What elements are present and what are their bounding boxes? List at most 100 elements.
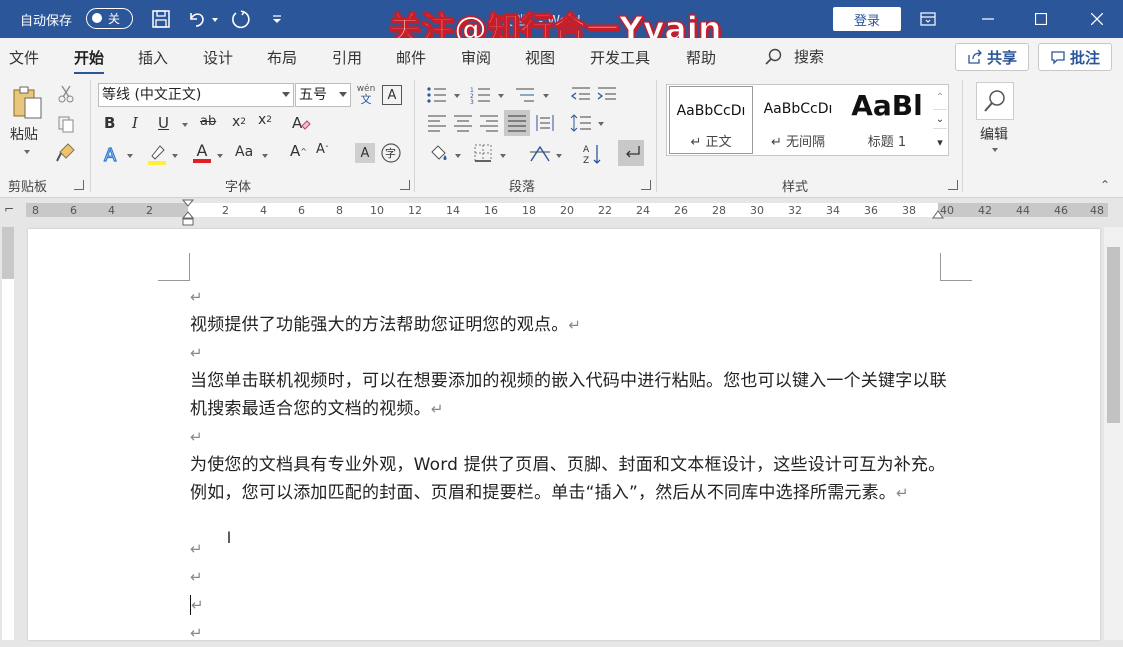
tab-selector-icon[interactable]: ⌐ bbox=[2, 201, 16, 217]
find-icon[interactable] bbox=[976, 82, 1014, 120]
font-size-combo[interactable]: 五号 bbox=[295, 83, 351, 107]
tab-view[interactable]: 视图 bbox=[525, 47, 555, 68]
paragraph[interactable]: ↵ bbox=[190, 563, 950, 591]
comments-button[interactable]: 批注 bbox=[1038, 43, 1112, 71]
format-painter-icon[interactable] bbox=[56, 142, 76, 162]
tab-layout[interactable]: 布局 bbox=[267, 47, 297, 68]
share-button[interactable]: 共享 bbox=[955, 43, 1029, 71]
bold-button[interactable]: B bbox=[104, 114, 115, 132]
shrink-font-button[interactable]: Aˇ bbox=[316, 142, 329, 157]
paragraph[interactable]: ↵ bbox=[190, 423, 950, 451]
copy-icon[interactable] bbox=[56, 114, 76, 134]
paragraph[interactable]: 当您单击联机视频时，可以在想要添加的视频的嵌入代码中进行粘贴。您也可以键入一个关… bbox=[190, 367, 950, 423]
change-case-dropdown-icon[interactable] bbox=[262, 154, 268, 158]
tab-references[interactable]: 引用 bbox=[332, 47, 362, 68]
style-normal[interactable]: AaBbCcDı ↵ 正文 bbox=[669, 86, 753, 154]
font-launcher-icon[interactable] bbox=[400, 180, 410, 190]
enclose-char-circle-icon[interactable]: 字 bbox=[380, 142, 402, 164]
line-spacing-dropdown-icon[interactable] bbox=[598, 122, 604, 126]
autosave-toggle[interactable]: 关 bbox=[86, 8, 133, 29]
character-shading-icon[interactable]: A bbox=[355, 143, 375, 163]
text-effects-icon[interactable]: A bbox=[102, 142, 124, 166]
tell-me-search[interactable]: 搜索 bbox=[764, 46, 824, 67]
justify-icon[interactable] bbox=[504, 110, 530, 136]
numbering-icon[interactable]: 123 bbox=[470, 84, 492, 106]
font-name-combo[interactable]: 等线 (中文正文) bbox=[98, 83, 294, 107]
save-icon[interactable] bbox=[148, 6, 174, 32]
subscript-button[interactable]: x2 bbox=[232, 114, 246, 130]
shading-dropdown-icon[interactable] bbox=[455, 154, 461, 158]
tab-mailings[interactable]: 邮件 bbox=[396, 47, 426, 68]
chinese-layout-icon[interactable] bbox=[528, 142, 552, 164]
paragraph[interactable]: ↵ bbox=[190, 535, 950, 563]
distributed-icon[interactable] bbox=[534, 112, 556, 134]
paragraph[interactable]: 为使您的文档具有专业外观，Word 提供了页眉、页脚、封面和文本框设计，这些设计… bbox=[190, 451, 950, 507]
paste-label[interactable]: 粘贴 bbox=[10, 124, 38, 144]
vertical-scrollbar[interactable] bbox=[1104, 227, 1123, 640]
bullets-dropdown-icon[interactable] bbox=[454, 94, 460, 98]
shading-icon[interactable] bbox=[428, 142, 450, 164]
borders-dropdown-icon[interactable] bbox=[500, 154, 506, 158]
tab-design[interactable]: 设计 bbox=[203, 47, 233, 68]
multilevel-list-icon[interactable] bbox=[514, 84, 536, 106]
increase-indent-icon[interactable] bbox=[596, 84, 618, 106]
superscript-button[interactable]: x2 bbox=[258, 112, 272, 128]
minimize-button[interactable] bbox=[965, 0, 1011, 38]
ribbon-display-options-icon[interactable] bbox=[905, 0, 951, 38]
enclose-characters-button[interactable]: A bbox=[382, 85, 402, 105]
clipboard-launcher-icon[interactable] bbox=[74, 180, 84, 190]
paste-icon[interactable] bbox=[10, 84, 46, 120]
paragraph[interactable]: ↵ bbox=[190, 619, 950, 647]
editing-dropdown-icon[interactable] bbox=[992, 148, 998, 152]
show-paragraph-marks-icon[interactable] bbox=[618, 140, 644, 166]
underline-button[interactable]: U bbox=[158, 114, 169, 132]
underline-dropdown-icon[interactable] bbox=[182, 123, 188, 127]
style-no-spacing[interactable]: AaBbCcDı ↵ 无间隔 bbox=[755, 85, 841, 155]
indent-marker-icon[interactable] bbox=[182, 199, 194, 227]
line-spacing-icon[interactable] bbox=[570, 112, 592, 134]
editing-label[interactable]: 编辑 bbox=[980, 124, 1008, 144]
scrollbar-thumb[interactable] bbox=[1107, 247, 1120, 423]
paragraph[interactable]: ↵ bbox=[190, 283, 950, 311]
paragraph[interactable]: ↵ bbox=[190, 591, 950, 619]
tab-developer[interactable]: 开发工具 bbox=[590, 47, 650, 68]
paragraph-launcher-icon[interactable] bbox=[641, 180, 651, 190]
cut-icon[interactable] bbox=[56, 84, 76, 104]
text-effects-dropdown-icon[interactable] bbox=[127, 154, 133, 158]
chinese-layout-dropdown-icon[interactable] bbox=[556, 154, 562, 158]
customize-toolbar-icon[interactable] bbox=[264, 6, 290, 32]
numbering-dropdown-icon[interactable] bbox=[498, 94, 504, 98]
paragraph[interactable]: 视频提供了功能强大的方法帮助您证明您的观点。↵ bbox=[190, 311, 950, 339]
redo-icon[interactable] bbox=[228, 6, 254, 32]
maximize-button[interactable] bbox=[1018, 0, 1064, 38]
tab-review[interactable]: 审阅 bbox=[461, 47, 491, 68]
tab-help[interactable]: 帮助 bbox=[686, 47, 716, 68]
font-color-icon[interactable]: A bbox=[192, 140, 212, 166]
change-case-button[interactable]: Aa bbox=[235, 144, 253, 160]
align-center-icon[interactable] bbox=[452, 112, 474, 134]
tab-file[interactable]: 文件 bbox=[9, 47, 39, 68]
highlight-dropdown-icon[interactable] bbox=[172, 154, 178, 158]
tab-insert[interactable]: 插入 bbox=[138, 47, 168, 68]
clear-formatting-icon[interactable]: A bbox=[290, 112, 312, 134]
strikethrough-button[interactable]: ab bbox=[200, 114, 216, 129]
undo-dropdown-icon[interactable] bbox=[212, 18, 218, 22]
collapse-ribbon-icon[interactable]: ⌃ bbox=[1100, 178, 1110, 192]
highlight-color-icon[interactable] bbox=[146, 142, 168, 166]
chevron-down-icon[interactable]: ⌄ bbox=[933, 109, 947, 129]
document-page[interactable]: ↵ 视频提供了功能强大的方法帮助您证明您的观点。↵ ↵ 当您单击联机视频时，可以… bbox=[28, 229, 1100, 642]
align-right-icon[interactable] bbox=[478, 112, 500, 134]
align-left-icon[interactable] bbox=[426, 112, 448, 134]
font-color-dropdown-icon[interactable] bbox=[217, 154, 223, 158]
undo-icon[interactable] bbox=[184, 6, 210, 32]
multilevel-dropdown-icon[interactable] bbox=[543, 94, 549, 98]
styles-launcher-icon[interactable] bbox=[948, 180, 958, 190]
right-indent-marker-icon[interactable] bbox=[932, 209, 944, 221]
borders-icon[interactable] bbox=[472, 142, 494, 164]
login-button[interactable]: 登录 bbox=[833, 7, 901, 31]
bullets-icon[interactable] bbox=[426, 84, 448, 106]
phonetic-guide-button[interactable]: wén 文 bbox=[356, 82, 376, 108]
tab-home[interactable]: 开始 bbox=[74, 47, 105, 75]
sort-icon[interactable]: AZ bbox=[582, 142, 604, 166]
close-button[interactable] bbox=[1074, 0, 1120, 38]
